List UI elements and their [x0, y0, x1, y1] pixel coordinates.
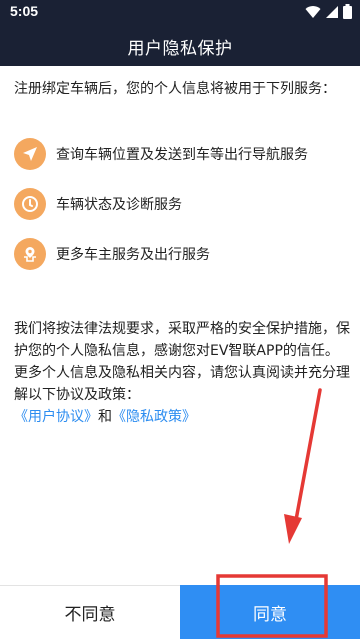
- service-item-navigation: 查询车辆位置及发送到车等出行导航服务: [14, 136, 308, 172]
- main-content: 注册绑定车辆后，您的个人信息将被用于下列服务：: [14, 78, 350, 100]
- policy-paragraph-2: 更多个人信息及隐私相关内容，请您认真阅读并充分理解以下协议及政策：: [14, 365, 350, 403]
- user-agreement-link[interactable]: 《用户协议》: [14, 409, 98, 425]
- annotation-arrow-head: [284, 514, 302, 544]
- status-bar: 5:05: [0, 0, 360, 24]
- send-arrow-icon: [14, 138, 46, 170]
- status-time: 5:05: [10, 3, 39, 19]
- disagree-button[interactable]: 不同意: [0, 585, 180, 639]
- bottom-action-bar: 不同意 同意: [0, 585, 360, 639]
- policy-text: 我们将按法律法规要求，采取严格的安全保护措施，保护您的个人隐私信息，感谢您对EV…: [14, 318, 350, 428]
- policy-paragraph-1: 我们将按法律法规要求，采取严格的安全保护措施，保护您的个人隐私信息，感谢您对EV…: [14, 321, 350, 359]
- privacy-policy-link[interactable]: 《隐私政策》: [112, 409, 196, 425]
- clock-icon: [14, 188, 46, 220]
- conjunction-text: 和: [98, 409, 112, 425]
- location-icon: [14, 238, 46, 270]
- app-header: 5:05 用户隐私保护: [0, 0, 360, 66]
- intro-text: 注册绑定车辆后，您的个人信息将被用于下列服务：: [14, 81, 336, 97]
- service-item-diagnosis: 车辆状态及诊断服务: [14, 186, 182, 222]
- battery-icon: [343, 4, 352, 19]
- agree-button[interactable]: 同意: [180, 585, 360, 639]
- signal-icon: [326, 5, 338, 18]
- service-label: 更多车主服务及出行服务: [56, 247, 210, 263]
- service-item-owner-services: 更多车主服务及出行服务: [14, 236, 210, 272]
- policy-links: 《用户协议》和《隐私政策》: [14, 406, 350, 428]
- service-label: 查询车辆位置及发送到车等出行导航服务: [56, 147, 308, 163]
- service-label: 车辆状态及诊断服务: [56, 197, 182, 213]
- page-title: 用户隐私保护: [127, 39, 233, 59]
- status-icons: [305, 4, 352, 19]
- wifi-icon: [305, 5, 321, 18]
